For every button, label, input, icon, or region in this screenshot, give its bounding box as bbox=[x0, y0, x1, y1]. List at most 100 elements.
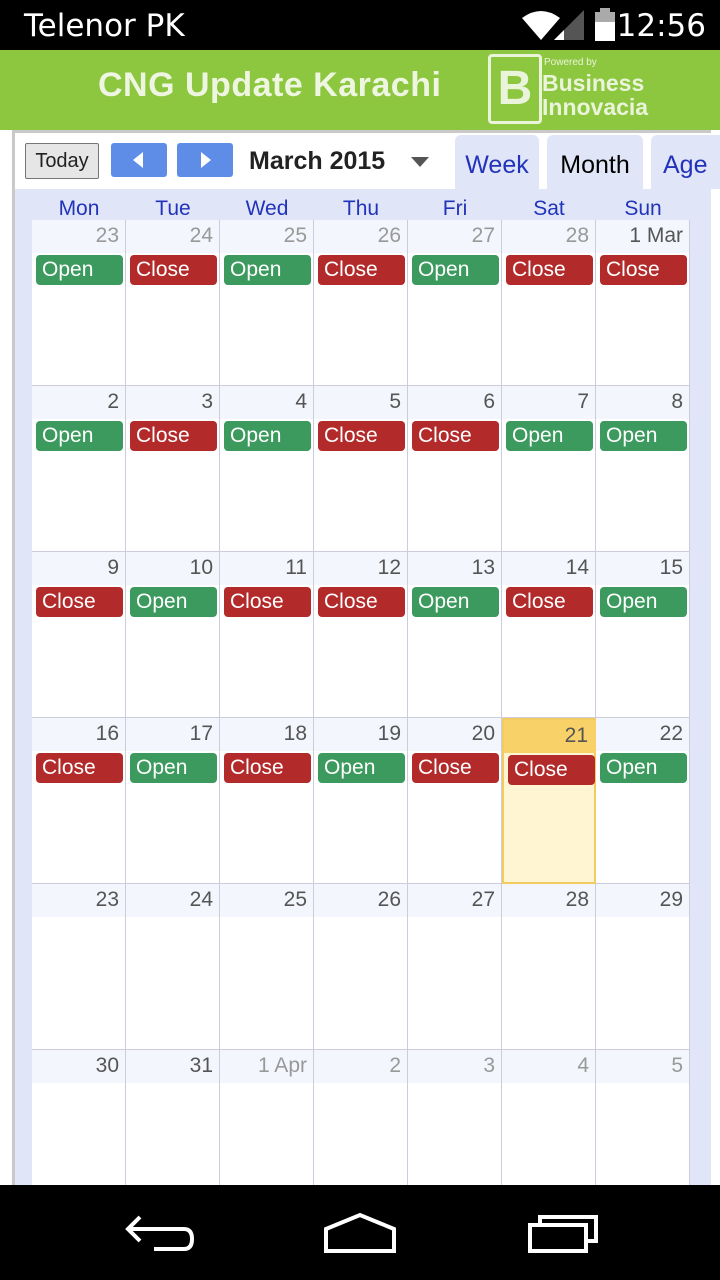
status-event-open[interactable]: Open bbox=[412, 255, 499, 285]
status-event-close[interactable]: Close bbox=[600, 255, 687, 285]
month-label[interactable]: March 2015 bbox=[249, 147, 385, 176]
status-event-open[interactable]: Open bbox=[506, 421, 593, 451]
day-cell[interactable]: 9 Close bbox=[32, 552, 126, 718]
day-number[interactable]: 2 bbox=[389, 1054, 401, 1078]
day-cell-today[interactable]: 21 Close bbox=[502, 718, 597, 884]
day-cell[interactable]: 27 Open bbox=[408, 220, 502, 386]
day-number[interactable]: 5 bbox=[389, 390, 401, 414]
status-event-close[interactable]: Close bbox=[412, 753, 499, 783]
day-cell[interactable]: 14 Close bbox=[502, 552, 596, 718]
day-number[interactable]: 26 bbox=[378, 224, 401, 248]
day-number[interactable]: 1 Mar bbox=[629, 224, 683, 248]
day-number[interactable]: 3 bbox=[201, 390, 213, 414]
day-cell[interactable]: 28 bbox=[502, 884, 596, 1050]
day-cell[interactable]: 15 Open bbox=[596, 552, 690, 718]
day-number[interactable]: 7 bbox=[577, 390, 589, 414]
day-cell[interactable]: 27 bbox=[408, 884, 502, 1050]
day-number[interactable]: 2 bbox=[107, 390, 119, 414]
day-number[interactable]: 21 bbox=[565, 724, 588, 748]
day-number[interactable]: 10 bbox=[190, 556, 213, 580]
day-number[interactable]: 3 bbox=[483, 1054, 495, 1078]
day-number[interactable]: 4 bbox=[295, 390, 307, 414]
day-number[interactable]: 1 Apr bbox=[258, 1054, 307, 1078]
day-number[interactable]: 23 bbox=[96, 224, 119, 248]
status-event-close[interactable]: Close bbox=[506, 255, 593, 285]
day-number[interactable]: 29 bbox=[660, 888, 683, 912]
tab-week[interactable]: Week bbox=[455, 135, 539, 189]
day-number[interactable]: 16 bbox=[96, 722, 119, 746]
back-icon[interactable] bbox=[124, 1211, 198, 1255]
day-number[interactable]: 31 bbox=[190, 1054, 213, 1078]
status-event-close[interactable]: Close bbox=[318, 255, 405, 285]
status-event-close[interactable]: Close bbox=[508, 755, 595, 785]
status-event-close[interactable]: Close bbox=[130, 421, 217, 451]
day-cell[interactable]: 23 bbox=[32, 884, 126, 1050]
day-cell[interactable]: 11 Close bbox=[220, 552, 314, 718]
day-cell[interactable]: 3 Close bbox=[126, 386, 220, 552]
day-number[interactable]: 27 bbox=[472, 888, 495, 912]
previous-month-button[interactable] bbox=[111, 143, 167, 177]
day-cell[interactable]: 28 Close bbox=[502, 220, 596, 386]
day-number[interactable]: 8 bbox=[671, 390, 683, 414]
day-number[interactable]: 28 bbox=[566, 224, 589, 248]
status-event-open[interactable]: Open bbox=[412, 587, 499, 617]
status-event-open[interactable]: Open bbox=[36, 421, 123, 451]
day-cell[interactable]: 2 Open bbox=[32, 386, 126, 552]
status-event-open[interactable]: Open bbox=[130, 587, 217, 617]
day-cell[interactable]: 7 Open bbox=[502, 386, 596, 552]
day-number[interactable]: 25 bbox=[284, 224, 307, 248]
day-number[interactable]: 24 bbox=[190, 888, 213, 912]
day-cell[interactable]: 20 Close bbox=[408, 718, 502, 884]
day-cell[interactable]: 5 Close bbox=[314, 386, 408, 552]
status-event-close[interactable]: Close bbox=[36, 753, 123, 783]
day-number[interactable]: 14 bbox=[566, 556, 589, 580]
status-event-close[interactable]: Close bbox=[506, 587, 593, 617]
day-cell[interactable]: 17 Open bbox=[126, 718, 220, 884]
day-number[interactable]: 23 bbox=[96, 888, 119, 912]
day-cell[interactable]: 26 bbox=[314, 884, 408, 1050]
day-number[interactable]: 28 bbox=[566, 888, 589, 912]
day-number[interactable]: 27 bbox=[472, 224, 495, 248]
day-cell[interactable]: 24 bbox=[126, 884, 220, 1050]
day-number[interactable]: 24 bbox=[190, 224, 213, 248]
day-number[interactable]: 17 bbox=[190, 722, 213, 746]
status-event-close[interactable]: Close bbox=[36, 587, 123, 617]
day-number[interactable]: 13 bbox=[472, 556, 495, 580]
status-event-close[interactable]: Close bbox=[318, 421, 405, 451]
status-event-close[interactable]: Close bbox=[224, 753, 311, 783]
day-cell[interactable]: 6 Close bbox=[408, 386, 502, 552]
status-event-open[interactable]: Open bbox=[600, 753, 687, 783]
day-number[interactable]: 18 bbox=[284, 722, 307, 746]
home-icon[interactable] bbox=[322, 1211, 398, 1255]
day-cell[interactable]: 26 Close bbox=[314, 220, 408, 386]
status-event-open[interactable]: Open bbox=[36, 255, 123, 285]
status-event-open[interactable]: Open bbox=[224, 421, 311, 451]
day-number[interactable]: 6 bbox=[483, 390, 495, 414]
day-cell[interactable]: 22 Open bbox=[596, 718, 690, 884]
day-cell[interactable]: 25 bbox=[220, 884, 314, 1050]
day-cell[interactable]: 29 bbox=[596, 884, 690, 1050]
status-event-open[interactable]: Open bbox=[318, 753, 405, 783]
day-number[interactable]: 26 bbox=[378, 888, 401, 912]
day-number[interactable]: 4 bbox=[577, 1054, 589, 1078]
today-button[interactable]: Today bbox=[25, 143, 99, 179]
next-month-button[interactable] bbox=[177, 143, 233, 177]
day-number[interactable]: 5 bbox=[671, 1054, 683, 1078]
status-event-close[interactable]: Close bbox=[224, 587, 311, 617]
chevron-down-icon[interactable] bbox=[411, 157, 429, 167]
day-number[interactable]: 22 bbox=[660, 722, 683, 746]
tab-month[interactable]: Month bbox=[547, 135, 643, 189]
day-number[interactable]: 30 bbox=[96, 1054, 119, 1078]
status-event-open[interactable]: Open bbox=[224, 255, 311, 285]
day-cell[interactable]: 4 Open bbox=[220, 386, 314, 552]
day-cell[interactable]: 25 Open bbox=[220, 220, 314, 386]
day-cell[interactable]: 23 Open bbox=[32, 220, 126, 386]
day-number[interactable]: 12 bbox=[378, 556, 401, 580]
status-event-open[interactable]: Open bbox=[600, 421, 687, 451]
day-number[interactable]: 25 bbox=[284, 888, 307, 912]
tab-agenda[interactable]: Age bbox=[651, 135, 720, 189]
day-number[interactable]: 19 bbox=[378, 722, 401, 746]
day-cell[interactable]: 8 Open bbox=[596, 386, 690, 552]
status-event-close[interactable]: Close bbox=[130, 255, 217, 285]
day-cell[interactable]: 16 Close bbox=[32, 718, 126, 884]
